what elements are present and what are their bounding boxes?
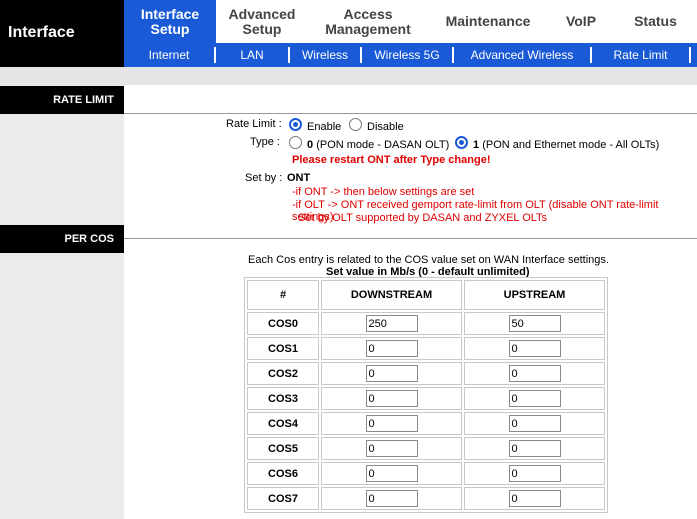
cos-name: COS3 — [247, 387, 319, 410]
col-header-upstream: UPSTREAM — [464, 280, 605, 310]
downstream-cell — [321, 487, 462, 510]
tab-maintenance[interactable]: Maintenance — [428, 0, 548, 43]
tab-status[interactable]: Status — [614, 0, 697, 43]
cos-name: COS1 — [247, 337, 319, 360]
rate-limit-label: Rate Limit : — [226, 118, 282, 130]
upstream-cell — [464, 412, 605, 435]
rate-limit-enable-radio[interactable] — [289, 118, 302, 131]
upstream-input[interactable] — [508, 465, 561, 482]
rate-limit-enable-label: Enable — [307, 121, 342, 133]
upstream-cell — [464, 362, 605, 385]
subtab-internet[interactable]: Internet — [124, 43, 214, 67]
table-row: COS3 — [247, 387, 605, 410]
downstream-input[interactable] — [365, 465, 418, 482]
subtab-lan[interactable]: LAN — [216, 43, 288, 67]
rate-limit-disable-radio[interactable] — [349, 118, 362, 131]
table-row: COS4 — [247, 412, 605, 435]
downstream-input[interactable] — [365, 415, 418, 432]
left-sidebar — [0, 85, 124, 519]
upstream-cell — [464, 437, 605, 460]
downstream-cell — [321, 462, 462, 485]
downstream-input[interactable] — [365, 440, 418, 457]
rate-limit-disable-label: Disable — [367, 121, 404, 133]
downstream-input[interactable] — [365, 365, 418, 382]
table-row: COS1 — [247, 337, 605, 360]
downstream-cell — [321, 337, 462, 360]
type-label: Type : — [250, 136, 280, 148]
top-nav: Interface Setup Advanced Setup Access Manag… — [124, 0, 697, 43]
type-1-radio[interactable] — [455, 136, 468, 149]
table-row: COS0 — [247, 312, 605, 335]
upstream-input[interactable] — [508, 490, 561, 507]
upstream-cell — [464, 462, 605, 485]
upstream-input[interactable] — [508, 415, 561, 432]
downstream-cell — [321, 437, 462, 460]
set-by-label: Set by : — [245, 172, 283, 184]
downstream-input[interactable] — [365, 315, 418, 332]
table-row: COS7 — [247, 487, 605, 510]
upstream-cell — [464, 337, 605, 360]
section-header-per-cos: PER COS — [0, 225, 124, 253]
section-divider — [124, 113, 697, 114]
downstream-input[interactable] — [365, 490, 418, 507]
cos-name: COS5 — [247, 437, 319, 460]
subtab-advanced-wireless[interactable]: Advanced Wireless — [454, 43, 590, 67]
subtab-rate-limit[interactable]: Rate Limit — [592, 43, 689, 67]
downstream-cell — [321, 362, 462, 385]
sub-nav-divider — [689, 47, 691, 63]
cos-name: COS2 — [247, 362, 319, 385]
sub-nav: Internet LAN Wireless Wireless 5G Advanc… — [124, 43, 697, 67]
tab-access-management[interactable]: Access Management — [308, 0, 428, 43]
downstream-input[interactable] — [365, 340, 418, 357]
downstream-cell — [321, 312, 462, 335]
cos-name: COS7 — [247, 487, 319, 510]
upstream-cell — [464, 387, 605, 410]
type-0-label: 0 (PON mode - DASAN OLT) — [307, 139, 450, 151]
downstream-input[interactable] — [365, 390, 418, 407]
section-divider — [124, 238, 697, 239]
table-header-row: # DOWNSTREAM UPSTREAM — [247, 280, 605, 310]
downstream-cell — [321, 412, 462, 435]
section-header-rate-limit: RATE LIMIT — [0, 86, 124, 114]
set-by-note-supported: Set by OLT supported by DASAN and ZYXEL … — [298, 212, 548, 224]
cos-info-text: Each Cos entry is related to the COS val… — [248, 254, 609, 266]
table-row: COS5 — [247, 437, 605, 460]
cos-table: # DOWNSTREAM UPSTREAM COS0 COS1 COS2 COS… — [244, 277, 608, 513]
upstream-input[interactable] — [508, 315, 561, 332]
tab-advanced-setup[interactable]: Advanced Setup — [216, 0, 308, 43]
type-1-label: 1 (PON and Ethernet mode - All OLTs) — [473, 139, 660, 151]
upstream-cell — [464, 312, 605, 335]
set-by-value: ONT — [287, 172, 311, 184]
tab-interface-setup[interactable]: Interface Setup — [124, 0, 216, 43]
type-0-radio[interactable] — [289, 136, 302, 149]
brand-block: Interface — [0, 0, 124, 67]
header-divider-band — [0, 67, 697, 85]
upstream-cell — [464, 487, 605, 510]
brand-title: Interface — [8, 24, 75, 41]
cos-name: COS6 — [247, 462, 319, 485]
table-row: COS6 — [247, 462, 605, 485]
upstream-input[interactable] — [508, 365, 561, 382]
col-header-downstream: DOWNSTREAM — [321, 280, 462, 310]
downstream-cell — [321, 387, 462, 410]
upstream-input[interactable] — [508, 390, 561, 407]
upstream-input[interactable] — [508, 340, 561, 357]
cos-name: COS0 — [247, 312, 319, 335]
subtab-wireless-5g[interactable]: Wireless 5G — [362, 43, 452, 67]
cos-name: COS4 — [247, 412, 319, 435]
tab-voip[interactable]: VoIP — [548, 0, 614, 43]
table-row: COS2 — [247, 362, 605, 385]
upstream-input[interactable] — [508, 440, 561, 457]
restart-warning: Please restart ONT after Type change! — [292, 154, 491, 166]
subtab-wireless[interactable]: Wireless — [290, 43, 360, 67]
col-header-index: # — [247, 280, 319, 310]
set-by-note-ont: -if ONT -> then below settings are set — [292, 186, 475, 198]
